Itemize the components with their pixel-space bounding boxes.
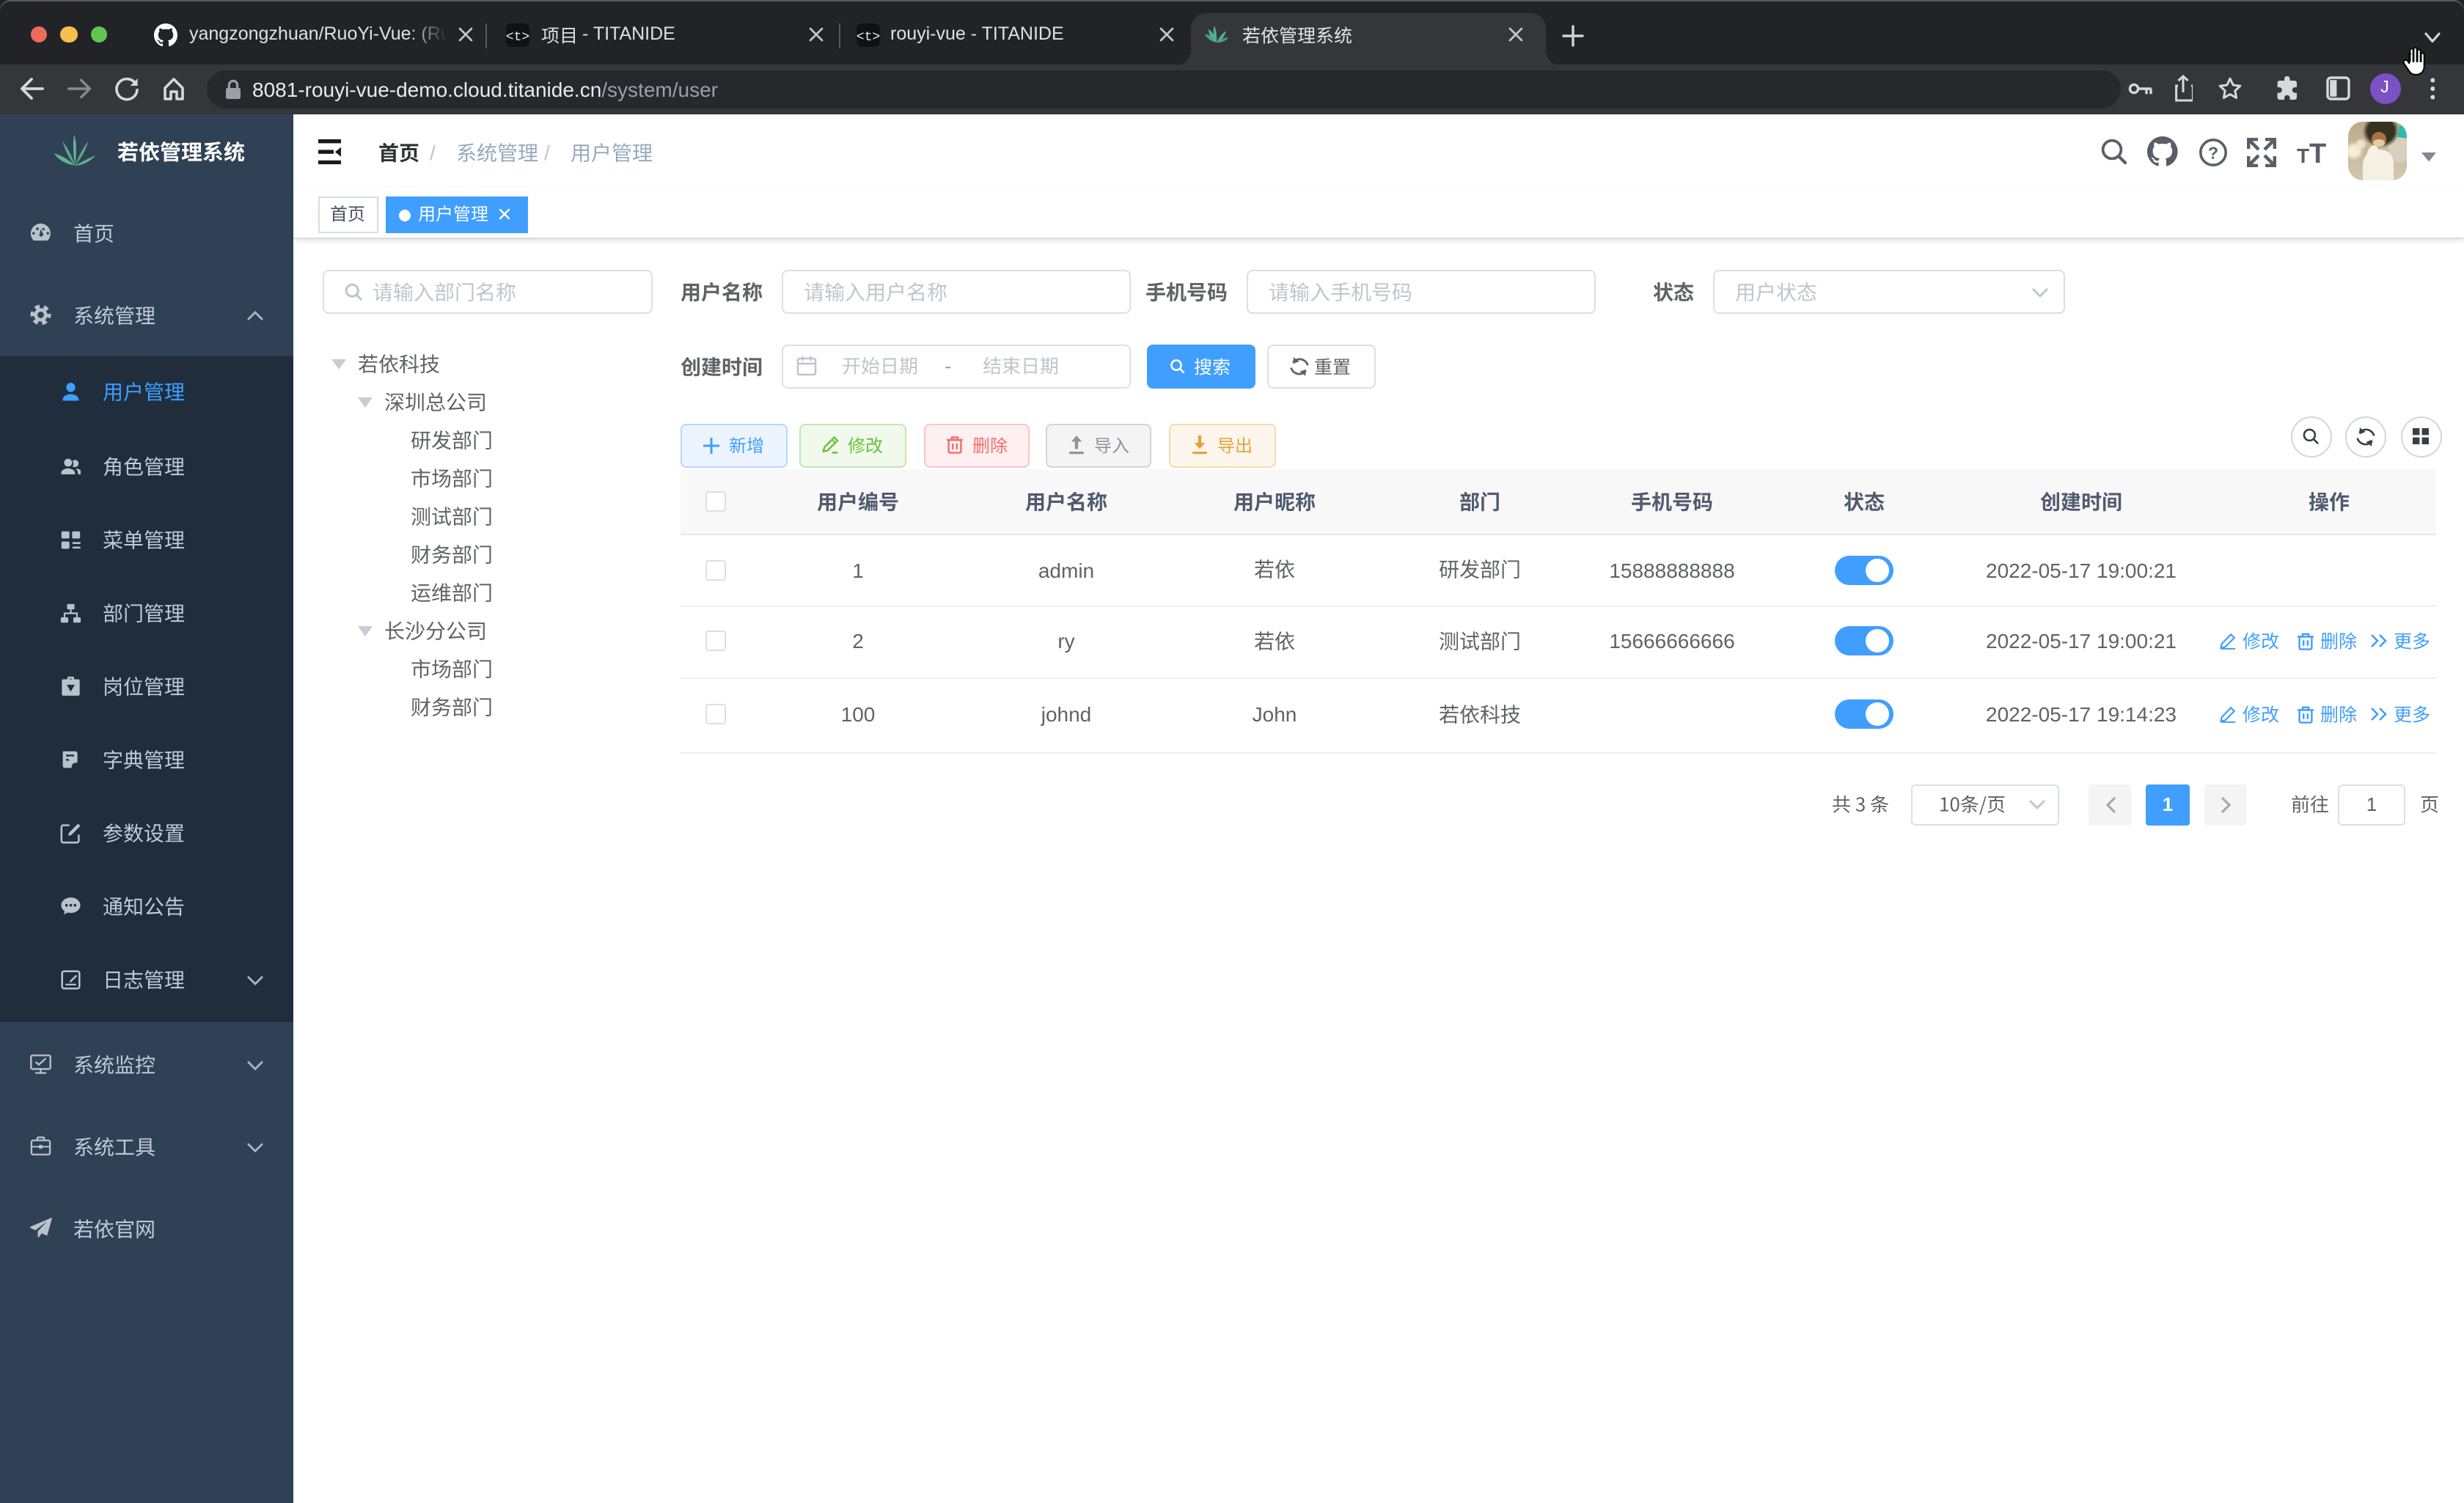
svg-text:T: T — [2297, 144, 2309, 164]
svg-text:<t>: <t> — [857, 29, 880, 44]
svg-text:T: T — [2309, 139, 2326, 164]
svg-text:?: ? — [2208, 142, 2218, 161]
svg-text:<t>: <t> — [506, 29, 529, 44]
